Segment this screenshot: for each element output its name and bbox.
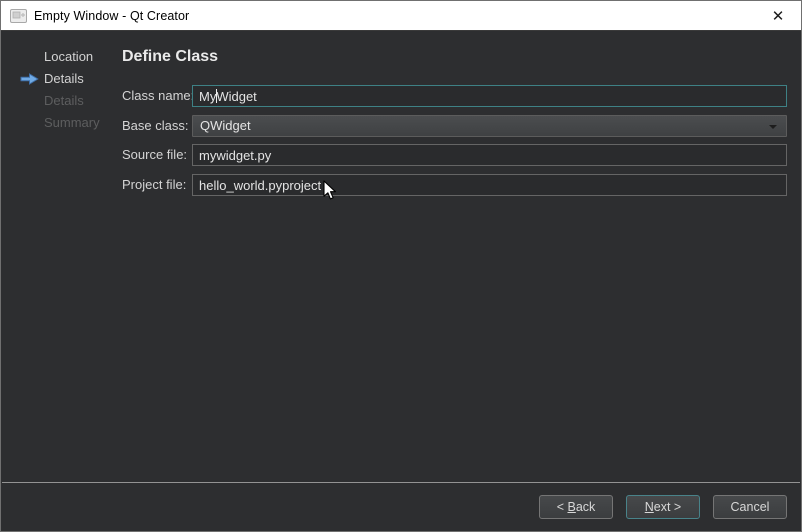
source-file-input[interactable] [192, 144, 787, 166]
page-title: Define Class [122, 48, 218, 66]
chevron-down-icon [769, 125, 777, 129]
base-class-row: Base class: QWidget [122, 115, 787, 137]
step-label: Details [44, 71, 84, 86]
app-icon [10, 9, 27, 23]
step-label: Location [44, 49, 93, 64]
current-step-arrow-icon [20, 73, 39, 85]
step-details-current: Details [2, 68, 122, 90]
base-class-combobox[interactable]: QWidget [192, 115, 787, 137]
define-class-page: Define Class Class name: Base class: QWi… [122, 31, 800, 482]
next-button[interactable]: Next > [626, 495, 700, 519]
base-class-label: Base class: [122, 115, 188, 137]
base-class-selected-value: QWidget [200, 118, 251, 133]
class-name-row: Class name: [122, 85, 787, 107]
wizard-step-list: Location Details Details Summary [2, 46, 122, 134]
step-label: Details [44, 93, 84, 108]
class-name-input[interactable] [192, 85, 787, 107]
step-label: Summary [44, 115, 100, 130]
step-details-pending: Details [2, 90, 122, 112]
close-button[interactable]: ✕ [764, 3, 792, 29]
project-file-label: Project file: [122, 174, 186, 196]
class-name-label: Class name: [122, 85, 194, 107]
cancel-button[interactable]: Cancel [713, 495, 787, 519]
wizard-dialog: Empty Window - Qt Creator ✕ Location Det… [0, 0, 802, 532]
project-file-input[interactable] [192, 174, 787, 196]
wizard-button-bar: < Back Next > Cancel [2, 482, 800, 530]
source-file-label: Source file: [122, 144, 187, 166]
project-file-row: Project file: [122, 174, 787, 196]
source-file-row: Source file: [122, 144, 787, 166]
step-summary: Summary [2, 112, 122, 134]
close-icon: ✕ [772, 7, 785, 25]
wizard-content: Location Details Details Summary Define … [2, 31, 800, 482]
text-caret [216, 89, 217, 103]
window-title: Empty Window - Qt Creator [34, 9, 189, 23]
titlebar: Empty Window - Qt Creator ✕ [1, 1, 801, 31]
back-button[interactable]: < Back [539, 495, 613, 519]
step-location: Location [2, 46, 122, 68]
